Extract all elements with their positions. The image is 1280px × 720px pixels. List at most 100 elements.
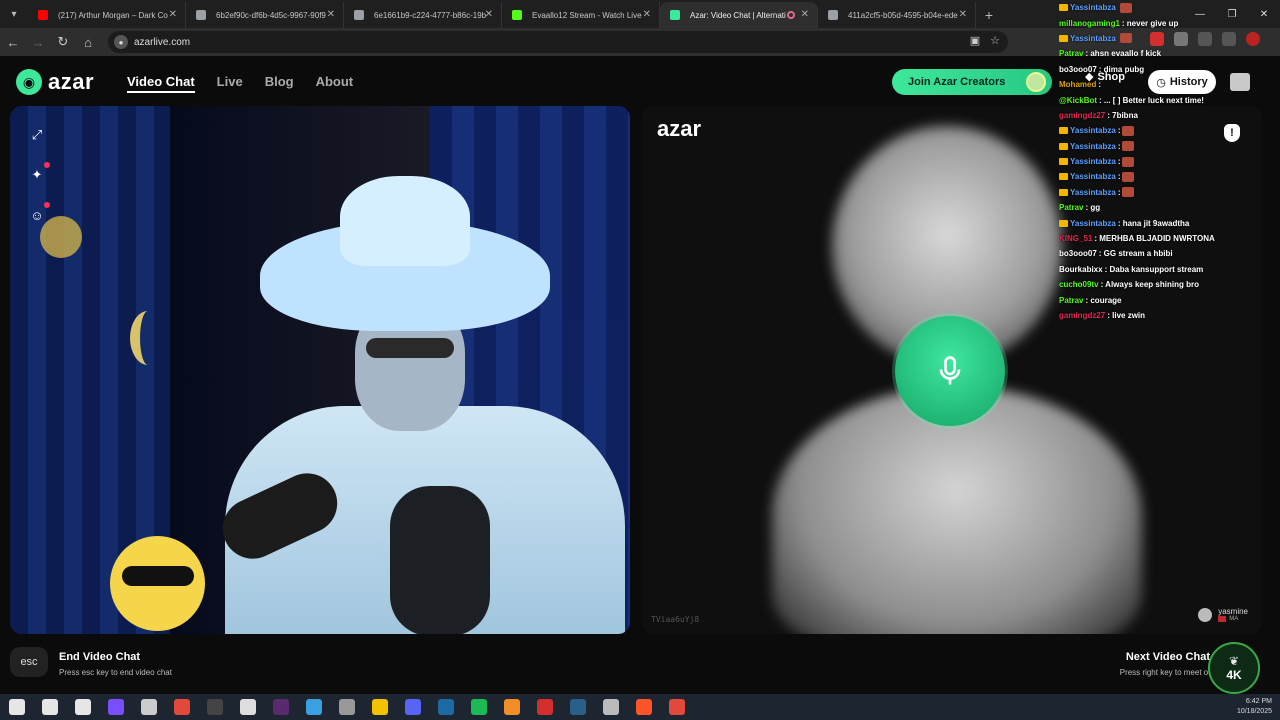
- taskbar-chrome-icon[interactable]: [165, 694, 198, 720]
- chat-emote-icon: [1122, 171, 1135, 182]
- taskbar-app-window-icon[interactable]: [297, 694, 330, 720]
- install-app-icon[interactable]: ▣: [970, 34, 980, 47]
- chat-username[interactable]: Patrav: [1059, 296, 1083, 305]
- taskbar-search-icon[interactable]: [33, 694, 66, 720]
- chat-message: bo3ooo07: dima pubg: [1059, 62, 1280, 77]
- nav-video-chat[interactable]: Video Chat: [127, 74, 195, 93]
- chat-text: : hana jit 9awadtha: [1117, 218, 1190, 228]
- chat-username[interactable]: Yassintabza: [1070, 188, 1116, 197]
- taskbar-app-dark-icon[interactable]: [132, 694, 165, 720]
- chat-username[interactable]: gamingdz27: [1059, 311, 1105, 320]
- taskbar-app-person-icon[interactable]: [330, 694, 363, 720]
- chat-message: Yassintabza:: [1059, 123, 1280, 138]
- taskbar-steam-small-icon[interactable]: [561, 694, 594, 720]
- room-id: TViaa6uYj8: [651, 615, 700, 624]
- settings-icon: [602, 699, 619, 715]
- nav-live[interactable]: Live: [217, 74, 243, 93]
- url-bar[interactable]: ● azarlive.com ▣ ☆: [108, 31, 1008, 53]
- chat-text: : live zwin: [1107, 311, 1146, 320]
- system-clock[interactable]: 6:42 PM 10/18/2025: [1237, 697, 1272, 717]
- esc-key-button[interactable]: esc: [10, 647, 48, 677]
- chat-emote-icon: [1122, 141, 1135, 152]
- browser-tab[interactable]: Azar: Video Chat | Alternati ✕: [660, 2, 818, 28]
- chat-username[interactable]: bo3ooo07: [1059, 65, 1097, 74]
- browser-tab[interactable]: 411a2cf5-b05d-4595-b04e-ede ✕: [818, 2, 976, 28]
- chat-username[interactable]: Patrav: [1059, 49, 1083, 58]
- tab-close-icon[interactable]: ✕: [959, 9, 967, 20]
- partner-azar-logo: azar: [657, 116, 702, 141]
- chat-message: Yassintabza:: [1059, 169, 1280, 184]
- stream-chat-overlay: Yassintabza millanogaming1: never give up…: [1059, 0, 1280, 320]
- next-chat-subtitle: Press right key to meet other: [1119, 668, 1222, 677]
- taskbar-task-view-icon[interactable]: [66, 694, 99, 720]
- browser-tab[interactable]: 6e1661b9-c224-4777-b86c-19b ✕: [344, 2, 502, 28]
- chat-username[interactable]: Yassintabza: [1070, 157, 1116, 166]
- chat-text: : gg: [1085, 203, 1101, 213]
- tab-close-icon[interactable]: ✕: [169, 9, 177, 20]
- chat-username[interactable]: bo3ooo07: [1059, 249, 1097, 258]
- chat-username[interactable]: Yassintabza: [1070, 34, 1116, 43]
- voice-only-mic-button[interactable]: [895, 316, 1005, 426]
- bookmark-star-icon[interactable]: ☆: [990, 34, 1000, 47]
- reload-icon[interactable]: ↻: [51, 30, 75, 54]
- taskbar-app-cat-icon[interactable]: [231, 694, 264, 720]
- browser-tab[interactable]: (217) Arthur Morgan – Dark Co ✕: [28, 2, 186, 28]
- taskbar-discord-icon[interactable]: [396, 694, 429, 720]
- chat-username[interactable]: Yassintabza: [1070, 126, 1116, 135]
- partner-info[interactable]: yasmine MA: [1198, 607, 1248, 622]
- taskbar-steam-icon[interactable]: [429, 694, 462, 720]
- new-tab-button[interactable]: +: [976, 2, 1002, 28]
- taskbar-folder-icon[interactable]: [363, 694, 396, 720]
- chat-emote-icon: [1119, 2, 1132, 13]
- chat-username[interactable]: cucho09tv: [1059, 280, 1099, 289]
- next-chat-title[interactable]: Next Video Chat: [1126, 651, 1210, 663]
- join-creators-button[interactable]: Join Azar Creators: [892, 69, 1052, 95]
- chat-message: Yassintabza:: [1059, 154, 1280, 169]
- azar-logo[interactable]: ◉ azar: [16, 69, 94, 95]
- taskbar-brave-icon[interactable]: [627, 694, 660, 720]
- end-chat-title[interactable]: End Video Chat: [59, 651, 140, 663]
- clock-date: 10/18/2025: [1236, 708, 1272, 715]
- taskbar-app-a-icon[interactable]: [495, 694, 528, 720]
- tab-close-icon[interactable]: ✕: [801, 9, 809, 20]
- site-info-icon[interactable]: ●: [114, 35, 128, 49]
- nav-about[interactable]: About: [316, 74, 354, 93]
- sun-decoration: [40, 216, 82, 258]
- taskbar-app-v-icon[interactable]: [264, 694, 297, 720]
- taskbar-obs-icon[interactable]: [198, 694, 231, 720]
- tab-close-icon[interactable]: ✕: [327, 9, 335, 20]
- minimize-video-icon[interactable]: ⤢: [28, 126, 46, 144]
- nav-blog[interactable]: Blog: [265, 74, 294, 93]
- chat-username[interactable]: gamingdz27: [1059, 111, 1105, 120]
- tab-close-icon[interactable]: ✕: [643, 9, 651, 20]
- chat-text: : ahsn evaallo f kick: [1085, 49, 1162, 59]
- chat-username[interactable]: Yassintabza: [1070, 219, 1116, 228]
- taskbar-settings-icon[interactable]: [594, 694, 627, 720]
- browser-tab[interactable]: 6b2ef90c-df6b-4d5c-9967-90f9 ✕: [186, 2, 344, 28]
- effects-sparkle-icon[interactable]: ✦: [28, 162, 50, 184]
- chat-username[interactable]: Yassintabza: [1070, 3, 1116, 12]
- chat-text: : dima pubg: [1098, 64, 1145, 74]
- face-filter-icon[interactable]: ☺: [28, 202, 50, 224]
- chat-username[interactable]: Yassintabza: [1070, 142, 1116, 151]
- tab-search-icon[interactable]: ▾: [0, 0, 28, 28]
- browser-tab[interactable]: Evaallo12 Stream - Watch Live ✕: [502, 2, 660, 28]
- taskbar-app-red-icon[interactable]: [528, 694, 561, 720]
- chat-text: : Daba kansupport stream: [1104, 264, 1204, 274]
- chat-username[interactable]: KING_51: [1059, 234, 1092, 243]
- taskbar-chrome2-icon[interactable]: [660, 694, 693, 720]
- chat-username[interactable]: Yassintabza: [1070, 172, 1116, 181]
- chat-username[interactable]: Patrav: [1059, 203, 1083, 212]
- chat-username[interactable]: Mohamed: [1059, 80, 1096, 89]
- chat-username[interactable]: millanogaming1: [1059, 19, 1120, 28]
- back-icon[interactable]: ←: [1, 30, 25, 54]
- chat-username[interactable]: Bourkabixx: [1059, 265, 1103, 274]
- chat-text: : MERHBA BLJADID NWRTONA: [1094, 234, 1215, 244]
- forward-icon[interactable]: →: [26, 30, 50, 54]
- chat-username[interactable]: @KickBot: [1059, 96, 1097, 105]
- home-icon[interactable]: ⌂: [76, 30, 100, 54]
- taskbar-spotify-icon[interactable]: [462, 694, 495, 720]
- taskbar-app-purple-icon[interactable]: [99, 694, 132, 720]
- taskbar-windows-start-icon[interactable]: [0, 694, 33, 720]
- tab-close-icon[interactable]: ✕: [485, 9, 493, 20]
